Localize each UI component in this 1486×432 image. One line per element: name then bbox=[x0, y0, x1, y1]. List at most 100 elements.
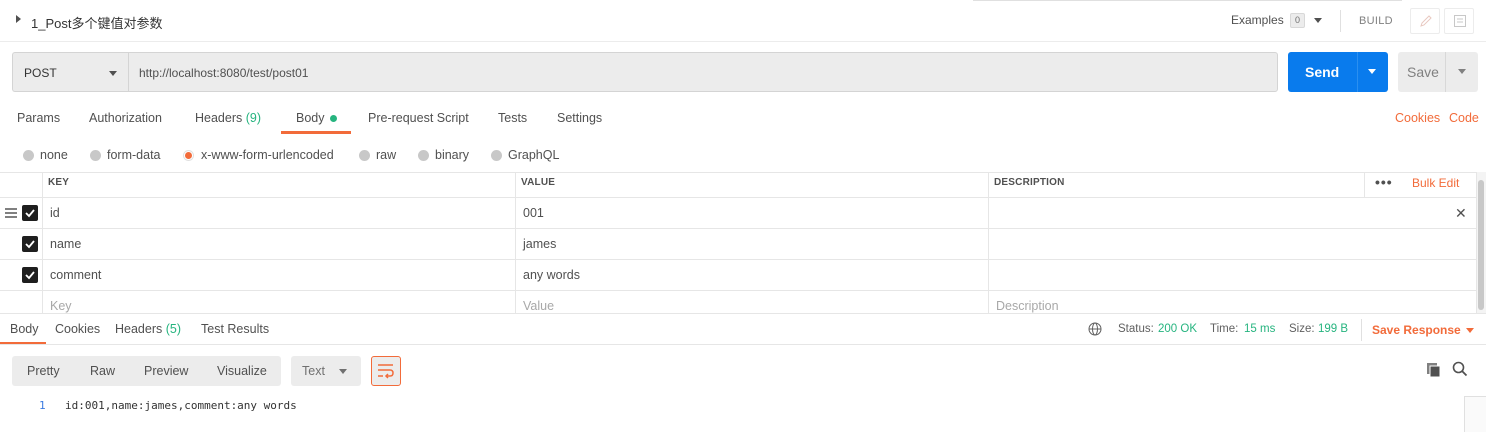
tab-authorization[interactable]: Authorization bbox=[89, 111, 162, 125]
checkmark-icon bbox=[25, 209, 35, 218]
column-header-key: KEY bbox=[48, 177, 70, 188]
checkmark-icon bbox=[25, 240, 35, 249]
radio-urlencoded-label[interactable]: x-www-form-urlencoded bbox=[201, 148, 334, 162]
param-value[interactable]: any words bbox=[523, 268, 580, 282]
drag-handle-icon[interactable] bbox=[5, 208, 17, 218]
tab-params[interactable]: Params bbox=[17, 111, 60, 125]
format-raw-button[interactable]: Raw bbox=[90, 364, 115, 378]
response-scrollbar[interactable] bbox=[1464, 396, 1486, 432]
code-link[interactable]: Code bbox=[1449, 111, 1479, 125]
checkmark-icon bbox=[25, 271, 35, 280]
column-divider[interactable] bbox=[988, 172, 989, 313]
tab-settings[interactable]: Settings bbox=[557, 111, 602, 125]
tab-headers-label: Headers bbox=[195, 111, 243, 125]
radio-graphql[interactable] bbox=[491, 150, 502, 161]
delete-row-icon[interactable]: ✕ bbox=[1455, 205, 1467, 222]
format-toggle-group: Pretty Raw Preview Visualize bbox=[12, 356, 281, 386]
new-value-input[interactable]: Value bbox=[523, 299, 554, 313]
documentation-icon bbox=[1454, 15, 1466, 27]
param-key[interactable]: name bbox=[50, 237, 81, 251]
column-header-description: DESCRIPTION bbox=[994, 177, 1065, 188]
body-indicator-dot bbox=[330, 115, 337, 122]
tab-body[interactable]: Body bbox=[296, 111, 325, 125]
globe-icon[interactable] bbox=[1088, 322, 1102, 336]
divider bbox=[1361, 319, 1362, 341]
save-response-button[interactable]: Save Response bbox=[1372, 323, 1461, 337]
param-key[interactable]: id bbox=[50, 206, 60, 220]
response-type-value: Text bbox=[302, 364, 325, 378]
tab-headers[interactable]: Headers (9) bbox=[195, 111, 261, 125]
wrap-lines-button[interactable] bbox=[371, 356, 401, 386]
tab-pre-request-script[interactable]: Pre-request Script bbox=[368, 111, 469, 125]
send-options-chevron-icon[interactable] bbox=[1368, 69, 1376, 74]
status-value[interactable]: 200 OK bbox=[1158, 323, 1197, 335]
radio-form-data-label[interactable]: form-data bbox=[107, 148, 161, 162]
row-checkbox[interactable] bbox=[22, 267, 38, 283]
column-header-value: VALUE bbox=[521, 177, 556, 188]
radio-none-label[interactable]: none bbox=[40, 148, 68, 162]
wrap-lines-icon bbox=[378, 364, 394, 379]
format-pretty-button[interactable]: Pretty bbox=[27, 364, 60, 378]
radio-binary[interactable] bbox=[418, 150, 429, 161]
radio-form-data[interactable] bbox=[90, 150, 101, 161]
save-options-chevron-icon[interactable] bbox=[1458, 69, 1466, 74]
edit-button[interactable] bbox=[1410, 8, 1440, 34]
response-tab-headers[interactable]: Headers (5) bbox=[115, 322, 181, 336]
response-tab-headers-count: (5) bbox=[165, 322, 182, 336]
param-value[interactable]: 001 bbox=[523, 206, 544, 220]
url-input[interactable]: http://localhost:8080/test/post01 bbox=[128, 52, 1278, 92]
save-button[interactable]: Save bbox=[1398, 52, 1478, 92]
radio-raw[interactable] bbox=[359, 150, 370, 161]
new-description-input[interactable]: Description bbox=[996, 299, 1059, 313]
method-select[interactable]: POST bbox=[12, 52, 128, 92]
param-value[interactable]: james bbox=[523, 237, 556, 251]
radio-binary-label[interactable]: binary bbox=[435, 148, 469, 162]
response-tab-test-results[interactable]: Test Results bbox=[201, 322, 269, 336]
more-options-icon[interactable]: ••• bbox=[1375, 174, 1393, 190]
format-preview-button[interactable]: Preview bbox=[144, 364, 188, 378]
chevron-down-icon bbox=[109, 71, 117, 76]
bulk-edit-link[interactable]: Bulk Edit bbox=[1412, 176, 1459, 190]
request-title-bar: 1_Post多个键值对参数 Examples 0 BUILD bbox=[0, 0, 1486, 42]
response-type-select[interactable]: Text bbox=[291, 356, 361, 386]
build-label[interactable]: BUILD bbox=[1359, 15, 1393, 27]
response-body-text[interactable]: id:001,name:james,comment:any words bbox=[65, 399, 297, 412]
row-checkbox[interactable] bbox=[22, 205, 38, 221]
tab-divider bbox=[973, 0, 1402, 1]
send-button-label: Send bbox=[1305, 64, 1340, 80]
response-tab-cookies[interactable]: Cookies bbox=[55, 322, 100, 336]
format-visualize-button[interactable]: Visualize bbox=[217, 364, 267, 378]
search-icon[interactable] bbox=[1452, 361, 1468, 377]
request-name[interactable]: 1_Post多个键值对参数 bbox=[31, 13, 162, 32]
copy-icon[interactable] bbox=[1426, 362, 1442, 378]
new-key-input[interactable]: Key bbox=[50, 299, 72, 313]
radio-raw-label[interactable]: raw bbox=[376, 148, 396, 162]
table-top-border bbox=[0, 172, 1477, 173]
chevron-down-icon[interactable] bbox=[1466, 328, 1474, 333]
cookies-link[interactable]: Cookies bbox=[1395, 111, 1440, 125]
time-value[interactable]: 15 ms bbox=[1244, 323, 1275, 335]
radio-urlencoded-selected[interactable] bbox=[183, 150, 194, 161]
column-divider bbox=[1364, 172, 1365, 197]
examples-count-badge: 0 bbox=[1290, 13, 1305, 28]
table-scrollbar-thumb[interactable] bbox=[1478, 180, 1484, 310]
row-checkbox[interactable] bbox=[22, 236, 38, 252]
param-key[interactable]: comment bbox=[50, 268, 101, 282]
size-value[interactable]: 199 B bbox=[1318, 323, 1348, 335]
chevron-down-icon bbox=[339, 369, 347, 374]
radio-none[interactable] bbox=[23, 150, 34, 161]
send-button[interactable]: Send bbox=[1288, 52, 1388, 92]
time-label: Time: bbox=[1210, 323, 1239, 335]
collapse-caret-icon[interactable] bbox=[16, 15, 21, 23]
radio-graphql-label[interactable]: GraphQL bbox=[508, 148, 559, 162]
chevron-down-icon[interactable] bbox=[1314, 18, 1322, 23]
examples-dropdown-label[interactable]: Examples bbox=[1231, 13, 1284, 27]
response-divider[interactable] bbox=[0, 313, 1486, 314]
column-divider[interactable] bbox=[515, 172, 516, 313]
send-divider bbox=[1357, 52, 1358, 92]
tab-tests[interactable]: Tests bbox=[498, 111, 527, 125]
response-tab-body[interactable]: Body bbox=[10, 322, 39, 336]
documentation-button[interactable] bbox=[1444, 8, 1474, 34]
active-tab-underline bbox=[281, 131, 351, 134]
save-button-label: Save bbox=[1407, 64, 1439, 80]
